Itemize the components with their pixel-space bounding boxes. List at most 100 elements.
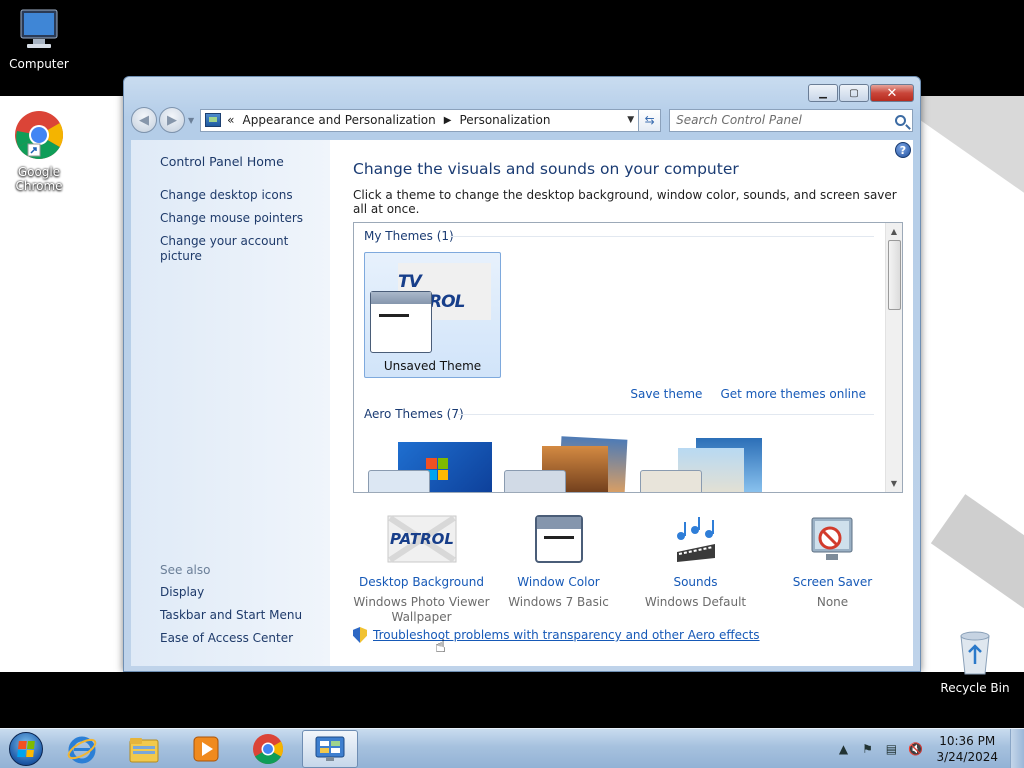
- taskbar-internet-explorer[interactable]: [54, 730, 110, 768]
- screen-saver-setting[interactable]: Screen Saver None: [764, 511, 901, 625]
- change-mouse-pointers-link[interactable]: Change mouse pointers: [160, 211, 330, 226]
- breadcrumb-appearance[interactable]: Appearance and Personalization: [243, 113, 436, 127]
- theme-unsaved[interactable]: TV PATROL Unsaved Theme: [364, 252, 501, 378]
- breadcrumb-personalization[interactable]: Personalization: [459, 113, 550, 127]
- my-themes-heading: My Themes (1): [364, 229, 454, 243]
- show-hidden-icons-icon[interactable]: ▲: [834, 740, 852, 758]
- breadcrumb-overflow[interactable]: «: [227, 113, 234, 127]
- see-also-section: See also Display Taskbar and Start Menu …: [160, 563, 302, 654]
- address-bar[interactable]: « Appearance and Personalization ▶ Perso…: [200, 108, 640, 132]
- setting-value: Windows 7 Basic: [508, 595, 609, 609]
- sounds-setting[interactable]: Sounds Windows Default: [627, 511, 764, 625]
- theme-aero-3[interactable]: [640, 438, 764, 492]
- desktop-icon-label: Recycle Bin: [940, 681, 1010, 695]
- display-link[interactable]: Display: [160, 585, 302, 600]
- scroll-thumb[interactable]: [888, 240, 901, 310]
- close-button[interactable]: ✕: [870, 84, 914, 102]
- window-color-setting[interactable]: Window Color Windows 7 Basic: [490, 511, 627, 625]
- svg-text:PATROL: PATROL: [390, 530, 454, 548]
- scroll-up-icon[interactable]: ▲: [886, 223, 902, 240]
- taskbar-file-explorer[interactable]: [116, 730, 172, 768]
- hand-cursor-icon: ☝: [435, 636, 446, 657]
- search-placeholder: Search Control Panel: [676, 113, 802, 127]
- theme-settings: PATROL Desktop Background Windows Photo …: [353, 511, 913, 625]
- troubleshoot-row: Troubleshoot problems with transparency …: [353, 627, 760, 643]
- desktop-icon-label: Computer: [9, 57, 69, 71]
- personalization-window: ▁ ▢ ✕ ◀ ▶ ▼ « Appearance and Personaliza…: [123, 76, 921, 672]
- theme-name: Unsaved Theme: [383, 359, 482, 373]
- window-content: Control Panel Home Change desktop icons …: [131, 140, 913, 666]
- navigation-bar: ◀ ▶ ▼ « Appearance and Personalization ▶…: [131, 107, 913, 133]
- troubleshoot-link[interactable]: Troubleshoot problems with transparency …: [373, 628, 760, 642]
- minimize-button[interactable]: ▁: [808, 84, 838, 102]
- recycle-bin-icon: [960, 631, 990, 675]
- main-pane: ? Change the visuals and sounds on your …: [330, 140, 913, 666]
- setting-name: Sounds: [673, 575, 718, 589]
- minimize-icon: ▁: [819, 87, 827, 99]
- change-account-picture-link[interactable]: Change your account picture: [160, 234, 330, 264]
- setting-value: Windows Default: [644, 595, 747, 609]
- action-center-flag-icon[interactable]: ⚑: [858, 740, 876, 758]
- page-description: Click a theme to change the desktop back…: [353, 188, 897, 216]
- back-arrow-icon: ◀: [139, 112, 149, 128]
- back-button[interactable]: ◀: [131, 107, 157, 133]
- theme-list-scrollbar[interactable]: ▲ ▼: [885, 223, 902, 492]
- taskbar-control-panel[interactable]: [302, 729, 358, 768]
- show-desktop-button[interactable]: [1010, 729, 1024, 768]
- system-clock[interactable]: 10:36 PM 3/24/2024: [936, 733, 998, 765]
- clock-time: 10:36 PM: [939, 734, 996, 748]
- control-panel-icon: [205, 113, 222, 127]
- screen-saver-icon: [811, 517, 852, 560]
- recent-pages-dropdown[interactable]: ▼: [188, 116, 194, 125]
- search-icon[interactable]: [895, 114, 906, 126]
- taskbar-media-player[interactable]: [178, 730, 234, 768]
- forward-button[interactable]: ▶: [159, 107, 185, 133]
- search-input[interactable]: Search Control Panel: [669, 108, 913, 132]
- see-also-heading: See also: [160, 563, 211, 577]
- aero-themes-heading: Aero Themes (7): [364, 407, 464, 421]
- maximize-button[interactable]: ▢: [839, 84, 869, 102]
- task-pane: Control Panel Home Change desktop icons …: [131, 140, 330, 666]
- desktop-background-setting[interactable]: PATROL Desktop Background Windows Photo …: [353, 511, 490, 625]
- control-panel-home-link[interactable]: Control Panel Home: [160, 154, 330, 169]
- get-more-themes-link[interactable]: Get more themes online: [720, 387, 866, 401]
- taskbar-start-menu-link[interactable]: Taskbar and Start Menu: [160, 608, 302, 623]
- ease-of-access-link[interactable]: Ease of Access Center: [160, 631, 302, 646]
- theme-list: My Themes (1) TV PATROL Unsaved Theme Sa…: [353, 222, 903, 493]
- notification-area: ▲ ⚑ ▤ 🔇 10:36 PM 3/24/2024: [834, 729, 1024, 768]
- desktop-icon-computer[interactable]: Computer: [0, 8, 78, 71]
- window-controls: ▁ ▢ ✕: [808, 84, 914, 102]
- setting-value: None: [816, 595, 849, 609]
- clock-date: 3/24/2024: [936, 750, 998, 764]
- refresh-button[interactable]: ⇆: [639, 108, 662, 132]
- taskbar: ▲ ⚑ ▤ 🔇 10:36 PM 3/24/2024: [0, 728, 1024, 768]
- forward-arrow-icon: ▶: [167, 112, 177, 128]
- taskbar-chrome[interactable]: [240, 730, 296, 768]
- setting-name: Desktop Background: [359, 575, 484, 589]
- network-icon[interactable]: ▤: [882, 740, 900, 758]
- breadcrumb-separator-icon[interactable]: ▶: [444, 115, 452, 126]
- start-button[interactable]: [4, 729, 48, 768]
- save-theme-link[interactable]: Save theme: [630, 387, 702, 401]
- internet-explorer-icon: [67, 736, 97, 763]
- window-color-icon: [534, 515, 583, 563]
- media-player-icon: [193, 736, 219, 761]
- shield-icon: [353, 627, 367, 643]
- help-icon[interactable]: ?: [895, 142, 911, 158]
- window-preview-icon: [370, 291, 432, 353]
- theme-aero-windows7[interactable]: [368, 442, 492, 492]
- maximize-icon: ▢: [849, 87, 859, 99]
- change-desktop-icons-link[interactable]: Change desktop icons: [160, 188, 330, 203]
- desktop-icon-google-chrome[interactable]: Google Chrome: [0, 110, 78, 193]
- setting-value: Windows Photo Viewer Wallpaper: [353, 595, 490, 624]
- desktop-icon-recycle-bin[interactable]: Recycle Bin: [936, 630, 1014, 695]
- setting-name: Window Color: [517, 575, 600, 589]
- theme-aero-2[interactable]: [504, 436, 628, 492]
- scroll-down-icon[interactable]: ▼: [886, 475, 902, 492]
- page-title: Change the visuals and sounds on your co…: [353, 160, 739, 178]
- windows-logo-icon: [9, 731, 43, 766]
- close-icon: ✕: [886, 85, 898, 101]
- address-dropdown-icon[interactable]: ▼: [627, 115, 634, 125]
- volume-muted-icon[interactable]: 🔇: [906, 740, 924, 758]
- chrome-icon: [15, 111, 64, 160]
